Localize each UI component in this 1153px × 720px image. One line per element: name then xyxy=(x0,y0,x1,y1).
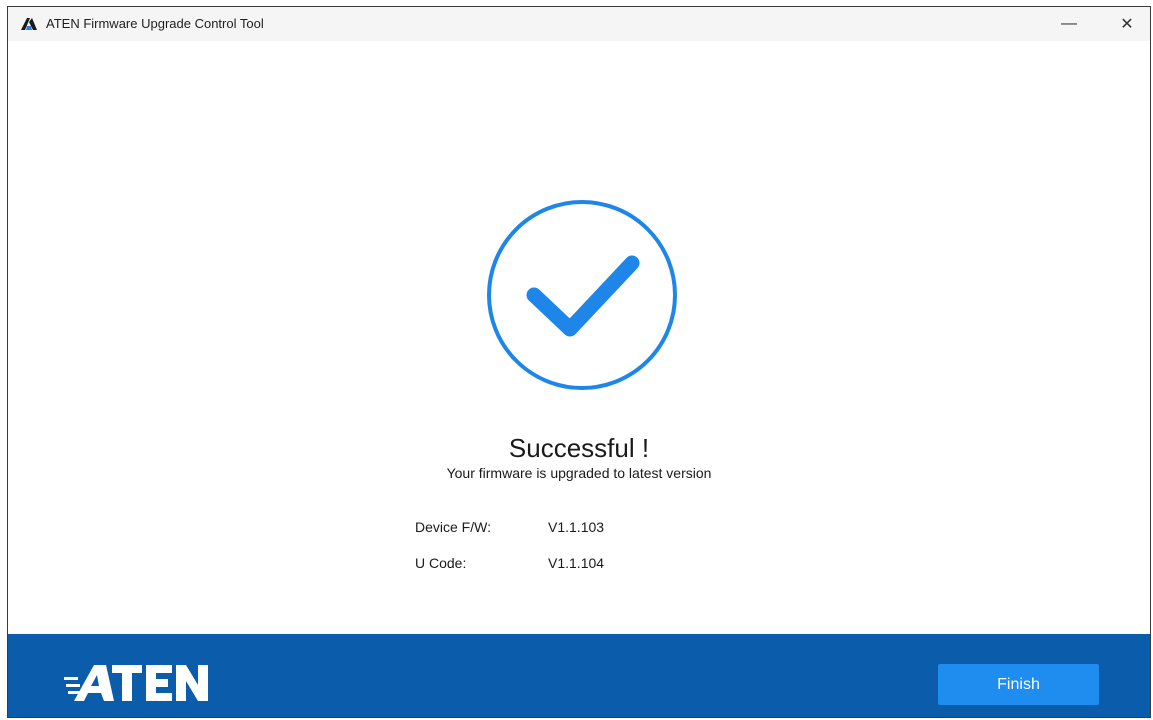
finish-button[interactable]: Finish xyxy=(938,664,1099,705)
app-window: ATEN Firmware Upgrade Control Tool — ✕ S… xyxy=(7,6,1151,718)
u-code-value: V1.1.104 xyxy=(548,555,605,571)
close-button[interactable]: ✕ xyxy=(1107,10,1147,38)
main-content: Successful ! Your firmware is upgraded t… xyxy=(8,41,1150,635)
device-fw-value: V1.1.103 xyxy=(548,519,605,535)
status-subtitle: Your firmware is upgraded to latest vers… xyxy=(446,465,712,481)
footer-bar: Finish xyxy=(8,634,1150,717)
status-title: Successful ! xyxy=(508,433,650,463)
aten-logo xyxy=(64,665,208,701)
close-icon: ✕ xyxy=(1120,16,1134,33)
device-fw-label: Device F/W: xyxy=(415,519,491,535)
success-check-icon xyxy=(487,200,677,390)
minimize-icon: — xyxy=(1061,15,1077,32)
aten-app-icon xyxy=(21,18,37,30)
u-code-label: U Code: xyxy=(415,555,467,571)
title-bar[interactable]: ATEN Firmware Upgrade Control Tool — ✕ xyxy=(8,7,1150,41)
window-title: ATEN Firmware Upgrade Control Tool xyxy=(46,16,264,31)
minimize-button[interactable]: — xyxy=(1049,10,1089,38)
